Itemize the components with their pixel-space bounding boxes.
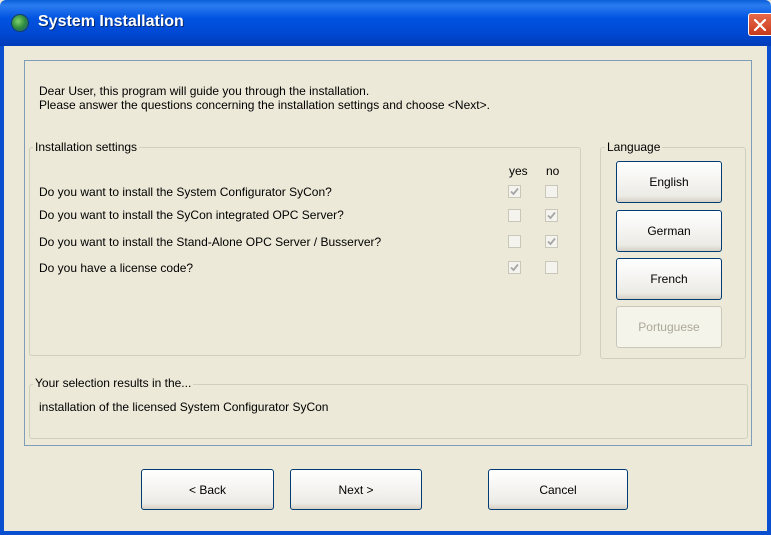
- result-text: installation of the licensed System Conf…: [39, 400, 329, 414]
- intro-line-1: Dear User, this program will guide you t…: [39, 84, 370, 98]
- checkbox-yes[interactable]: [508, 209, 521, 222]
- globe-icon: [11, 14, 29, 32]
- language-title: Language: [605, 140, 663, 154]
- title-bar[interactable]: System Installation: [0, 0, 771, 46]
- checkbox-no[interactable]: [545, 235, 558, 248]
- check-icon: [547, 237, 556, 246]
- question-install-sycon: Do you want to install the System Config…: [39, 185, 332, 199]
- checkbox-no[interactable]: [545, 261, 558, 274]
- checkbox-yes[interactable]: [508, 261, 521, 274]
- question-install-standalone-opc: Do you want to install the Stand-Alone O…: [39, 235, 382, 249]
- installation-settings-title: Installation settings: [33, 140, 140, 154]
- back-button[interactable]: < Back: [141, 469, 274, 510]
- window-frame-left: [0, 46, 4, 535]
- result-title: Your selection results in the...: [33, 376, 194, 390]
- question-license-code: Do you have a license code?: [39, 261, 194, 275]
- next-button[interactable]: Next >: [290, 469, 422, 510]
- window-frame-right: [767, 46, 771, 535]
- cancel-button[interactable]: Cancel: [488, 469, 628, 510]
- language-french-button[interactable]: French: [616, 258, 722, 300]
- no-column-header: no: [546, 164, 560, 178]
- yes-column-header: yes: [509, 164, 528, 178]
- checkbox-no[interactable]: [545, 185, 558, 198]
- window-frame-bottom: [0, 531, 771, 535]
- window-title: System Installation: [38, 13, 184, 30]
- checkbox-no[interactable]: [545, 209, 558, 222]
- close-button[interactable]: [748, 13, 771, 36]
- checkbox-yes[interactable]: [508, 185, 521, 198]
- intro-line-2: Please answer the questions concerning t…: [39, 98, 490, 112]
- check-icon: [510, 187, 519, 196]
- check-icon: [510, 263, 519, 272]
- checkbox-yes[interactable]: [508, 235, 521, 248]
- question-install-integrated-opc: Do you want to install the SyCon integra…: [39, 208, 344, 222]
- language-english-button[interactable]: English: [616, 161, 722, 203]
- check-icon: [547, 211, 556, 220]
- language-german-button[interactable]: German: [616, 210, 722, 252]
- close-icon: [754, 19, 766, 31]
- installation-settings-group: [29, 147, 581, 356]
- intro-text: Dear User, this program will guide you t…: [39, 84, 490, 112]
- language-portuguese-button[interactable]: Portuguese: [616, 306, 722, 348]
